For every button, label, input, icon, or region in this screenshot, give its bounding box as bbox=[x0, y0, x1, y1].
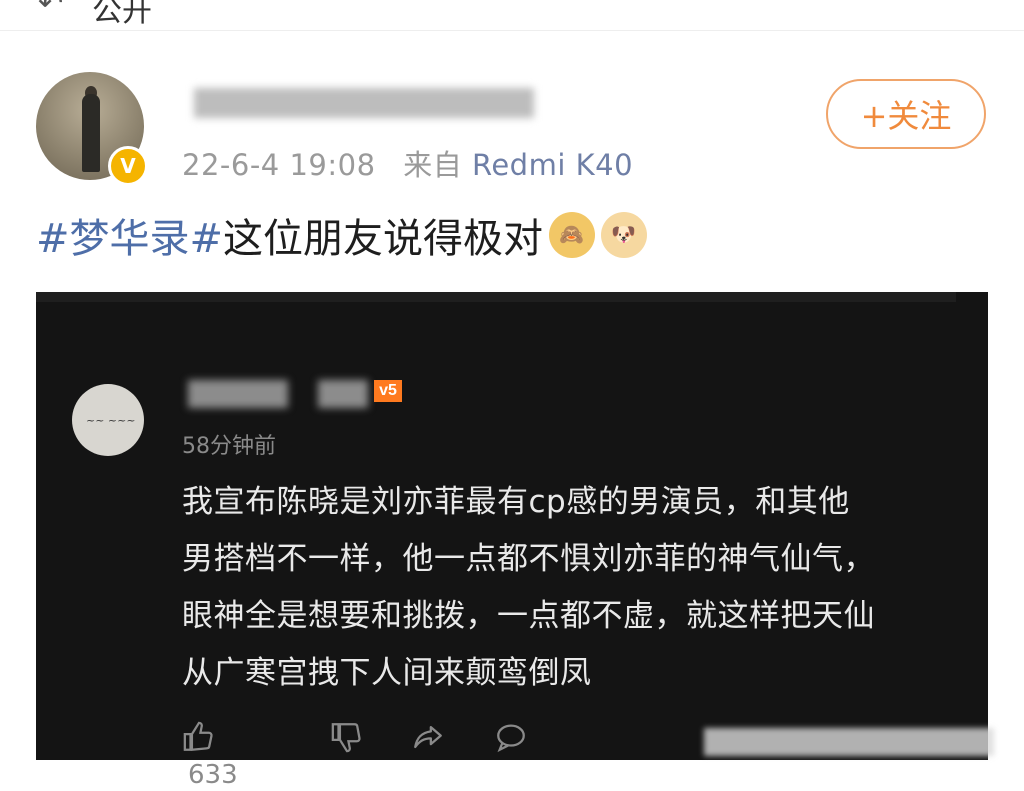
post-text: #梦华录#这位朋友说得极对 🙈 🐶 bbox=[36, 206, 648, 264]
comment-icon bbox=[497, 724, 525, 753]
thumbs-down-icon bbox=[331, 723, 361, 753]
post-timestamp: 22-6-4 19:08 bbox=[182, 148, 376, 182]
watermark-blurred bbox=[704, 728, 994, 756]
comment-text: 我宣布陈晓是刘亦菲最有cp感的男演员，和其他 男搭档不一样，他一点都不惧刘亦菲的… bbox=[182, 474, 982, 702]
avatar-figure-body bbox=[82, 94, 100, 172]
comment-line: 眼神全是想要和挑拨，一点都不虚，就这样把天仙 bbox=[182, 598, 875, 634]
comment-line: 男搭档不一样，他一点都不惧刘亦菲的神气仙气， bbox=[182, 541, 875, 577]
user-level-badge: v5 bbox=[374, 380, 402, 402]
share-icon bbox=[414, 725, 442, 749]
post-source-device[interactable]: Redmi K40 bbox=[472, 148, 633, 182]
follow-button[interactable]: +关注 bbox=[826, 79, 986, 149]
reply-action bbox=[492, 720, 530, 762]
covering-face-monkey-emoji: 🙈 bbox=[549, 212, 596, 258]
like-action: 633 bbox=[182, 720, 238, 791]
commenter-name-blurred-2 bbox=[318, 380, 368, 408]
post-body: 这位朋友说得极对 bbox=[223, 216, 544, 262]
like-count: 633 bbox=[188, 760, 238, 790]
visibility-label: 公开 bbox=[92, 0, 152, 29]
commenter-name-blurred bbox=[188, 380, 288, 408]
commenter-avatar: ~~ ~~~ bbox=[72, 384, 144, 456]
comment-screenshot-image[interactable]: ~~ ~~~ v5 58分钟前 我宣布陈晓是刘亦菲最有cp感的男演员，和其他 男… bbox=[36, 292, 988, 790]
hashtag-link[interactable]: #梦华录# bbox=[36, 216, 223, 262]
comment-time-ago: 58分钟前 bbox=[182, 434, 276, 459]
doge-emoji: 🐶 bbox=[601, 212, 648, 258]
thumbs-up-icon bbox=[183, 721, 213, 751]
comment-line: 从广寒宫拽下人间来颠鸾倒凤 bbox=[182, 655, 592, 691]
comment-line: 我宣布陈晓是刘亦菲最有cp感的男演员，和其他 bbox=[182, 484, 850, 520]
verified-badge-icon: V bbox=[108, 146, 148, 186]
post-source-prefix: 来自 bbox=[403, 148, 463, 182]
post-meta: 22-6-4 19:08 来自 Redmi K40 bbox=[182, 142, 633, 184]
author-name-blurred[interactable] bbox=[194, 88, 534, 118]
share-action bbox=[410, 720, 446, 762]
back-arrow-icon[interactable]: ↶ bbox=[38, 0, 63, 21]
top-bar: ↶ 公开 bbox=[0, 0, 1024, 31]
dislike-action bbox=[330, 720, 364, 762]
screenshot-top-strip bbox=[36, 292, 956, 302]
avatar-scribble: ~~ ~~~ bbox=[86, 414, 136, 427]
